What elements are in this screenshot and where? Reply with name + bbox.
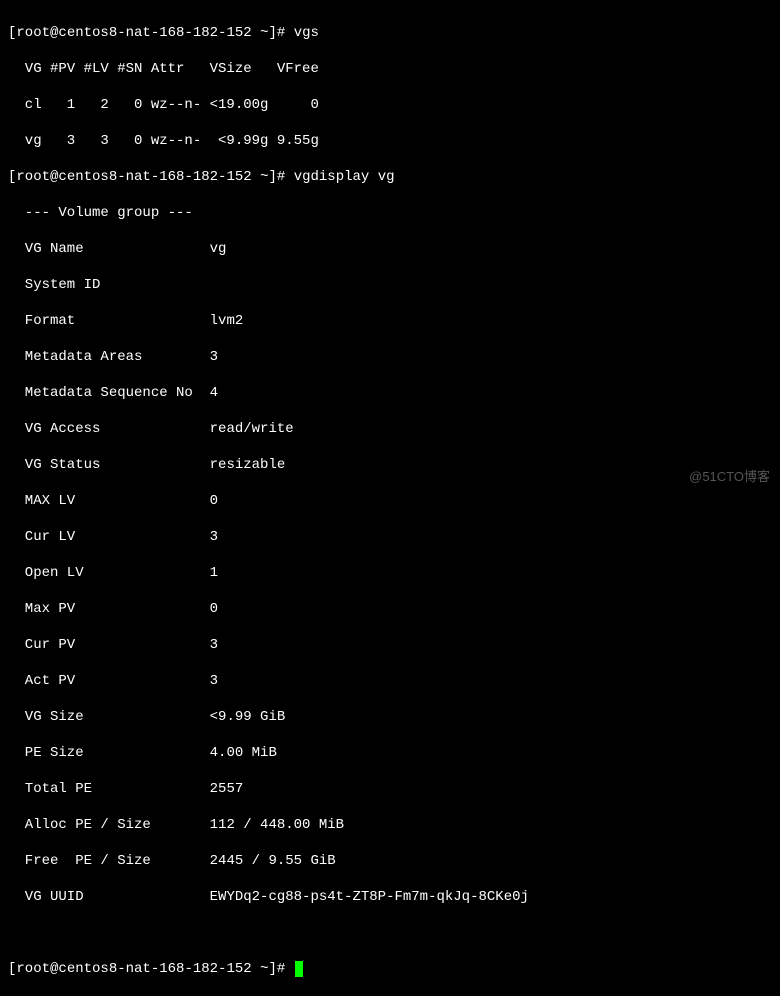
prompt-path: ~ — [260, 25, 268, 41]
vgs-row: cl 1 2 0 wz--n- <19.00g 0 — [8, 96, 772, 114]
vgdisplay-field: Act PV 3 — [8, 672, 772, 690]
vgdisplay-field: Format lvm2 — [8, 312, 772, 330]
prompt-user: root — [16, 25, 50, 41]
prompt-symbol: # — [277, 25, 285, 41]
prompt-line-3[interactable]: [root@centos8-nat-168-182-152 ~]# — [8, 960, 772, 978]
vgdisplay-field: Metadata Sequence No 4 — [8, 384, 772, 402]
vgdisplay-field: Cur LV 3 — [8, 528, 772, 546]
vgdisplay-field: VG Name vg — [8, 240, 772, 258]
command-vgdisplay: vgdisplay vg — [294, 169, 395, 185]
vgdisplay-field: VG Status resizable — [8, 456, 772, 474]
vgdisplay-field: Metadata Areas 3 — [8, 348, 772, 366]
vgdisplay-field: VG UUID EWYDq2-cg88-ps4t-ZT8P-Fm7m-qkJq-… — [8, 888, 772, 906]
vgs-row: vg 3 3 0 wz--n- <9.99g 9.55g — [8, 132, 772, 150]
vgdisplay-field: Total PE 2557 — [8, 780, 772, 798]
vgdisplay-field: Max PV 0 — [8, 600, 772, 618]
vgdisplay-field: PE Size 4.00 MiB — [8, 744, 772, 762]
vgdisplay-field: Alloc PE / Size 112 / 448.00 MiB — [8, 816, 772, 834]
watermark: @51CTO博客 — [689, 468, 770, 486]
vgdisplay-field: VG Access read/write — [8, 420, 772, 438]
vgdisplay-field: System ID — [8, 276, 772, 294]
vgdisplay-field: Open LV 1 — [8, 564, 772, 582]
cursor-icon — [295, 961, 303, 977]
prompt-line-2[interactable]: [root@centos8-nat-168-182-152 ~]# vgdisp… — [8, 168, 772, 186]
vgdisplay-header: --- Volume group --- — [8, 204, 772, 222]
prompt-host: centos8-nat-168-182-152 — [58, 25, 251, 41]
vgdisplay-field: VG Size <9.99 GiB — [8, 708, 772, 726]
vgs-header: VG #PV #LV #SN Attr VSize VFree — [8, 60, 772, 78]
prompt-line-1[interactable]: [root@centos8-nat-168-182-152 ~]# vgs — [8, 24, 772, 42]
vgdisplay-field: MAX LV 0 — [8, 492, 772, 510]
vgdisplay-field: Free PE / Size 2445 / 9.55 GiB — [8, 852, 772, 870]
vgdisplay-field: Cur PV 3 — [8, 636, 772, 654]
command-vgs: vgs — [294, 25, 319, 41]
terminal-output: [root@centos8-nat-168-182-152 ~]# vgs VG… — [0, 0, 780, 996]
blank-line — [8, 924, 772, 942]
